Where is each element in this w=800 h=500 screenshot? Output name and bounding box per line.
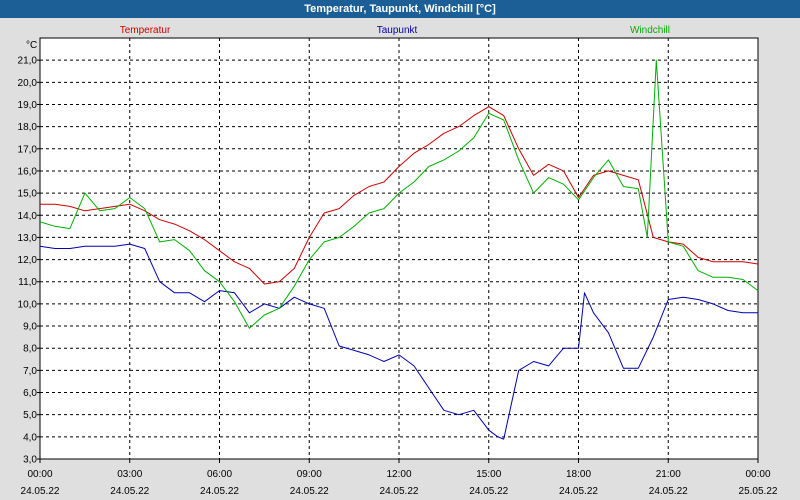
y-tick-label: 15,0 (18, 189, 38, 200)
y-tick-label: 11,0 (18, 277, 37, 288)
y-tick-label: 20,0 (18, 78, 38, 89)
y-tick-label: 5,0 (23, 410, 37, 421)
chart-canvas: 3,0 4,0 5,0 6,0 7,0 8,0 9,0 10,0 11,0 12,0 13,0 14,… (18, 25, 778, 497)
x-tick-time: 21:00 (656, 469, 681, 480)
y-tick-label: 17,0 (18, 144, 38, 155)
y-tick-label: 3,0 (23, 455, 37, 466)
x-tick-date: 24.05.22 (380, 486, 419, 497)
x-tick-time: 00:00 (745, 469, 770, 480)
y-tick-label: 4,0 (23, 432, 37, 443)
legend-temperatur: Temperatur (120, 25, 171, 36)
legend-taupunkt: Taupunkt (377, 25, 418, 36)
x-tick-time: 03:00 (117, 469, 142, 480)
x-tick-time: 18:00 (566, 469, 591, 480)
y-axis-ticks: 3,0 4,0 5,0 6,0 7,0 8,0 9,0 10,0 11,0 12,0 13,0 14,… (18, 56, 40, 466)
x-tick-date: 25.05.22 (739, 486, 778, 497)
x-tick-time: 12:00 (386, 469, 411, 480)
x-tick-time: 09:00 (297, 469, 322, 480)
legend-windchill: Windchill (630, 25, 670, 36)
x-tick-date: 24.05.22 (290, 486, 329, 497)
x-tick-date: 24.05.22 (559, 486, 598, 497)
x-tick-date: 24.05.22 (21, 486, 60, 497)
y-tick-label: 10,0 (18, 299, 38, 310)
y-tick-label: 12,0 (18, 255, 38, 266)
x-tick-time: 15:00 (476, 469, 501, 480)
y-tick-label: 19,0 (18, 100, 38, 111)
y-tick-label: 7,0 (23, 366, 37, 377)
x-tick-date: 24.05.22 (649, 486, 688, 497)
y-tick-label: 16,0 (18, 166, 38, 177)
x-tick-time: 06:00 (207, 469, 232, 480)
y-axis-unit-label: °C (26, 40, 37, 51)
y-tick-label: 14,0 (18, 211, 38, 222)
y-tick-label: 13,0 (18, 233, 38, 244)
x-tick-date: 24.05.22 (200, 486, 239, 497)
y-tick-label: 9,0 (23, 322, 37, 333)
x-tick-date: 24.05.22 (110, 486, 149, 497)
y-tick-label: 21,0 (18, 56, 38, 67)
legend: Temperatur Taupunkt Windchill (120, 25, 670, 36)
x-axis-ticks: 00:00 24.05.22 03:00 24.05.22 06:00 24.05.22 0… (21, 459, 778, 497)
y-tick-label: 18,0 (18, 122, 38, 133)
y-tick-label: 6,0 (23, 388, 37, 399)
x-tick-date: 24.05.22 (469, 486, 508, 497)
y-tick-label: 8,0 (23, 344, 37, 355)
x-tick-time: 00:00 (27, 469, 52, 480)
